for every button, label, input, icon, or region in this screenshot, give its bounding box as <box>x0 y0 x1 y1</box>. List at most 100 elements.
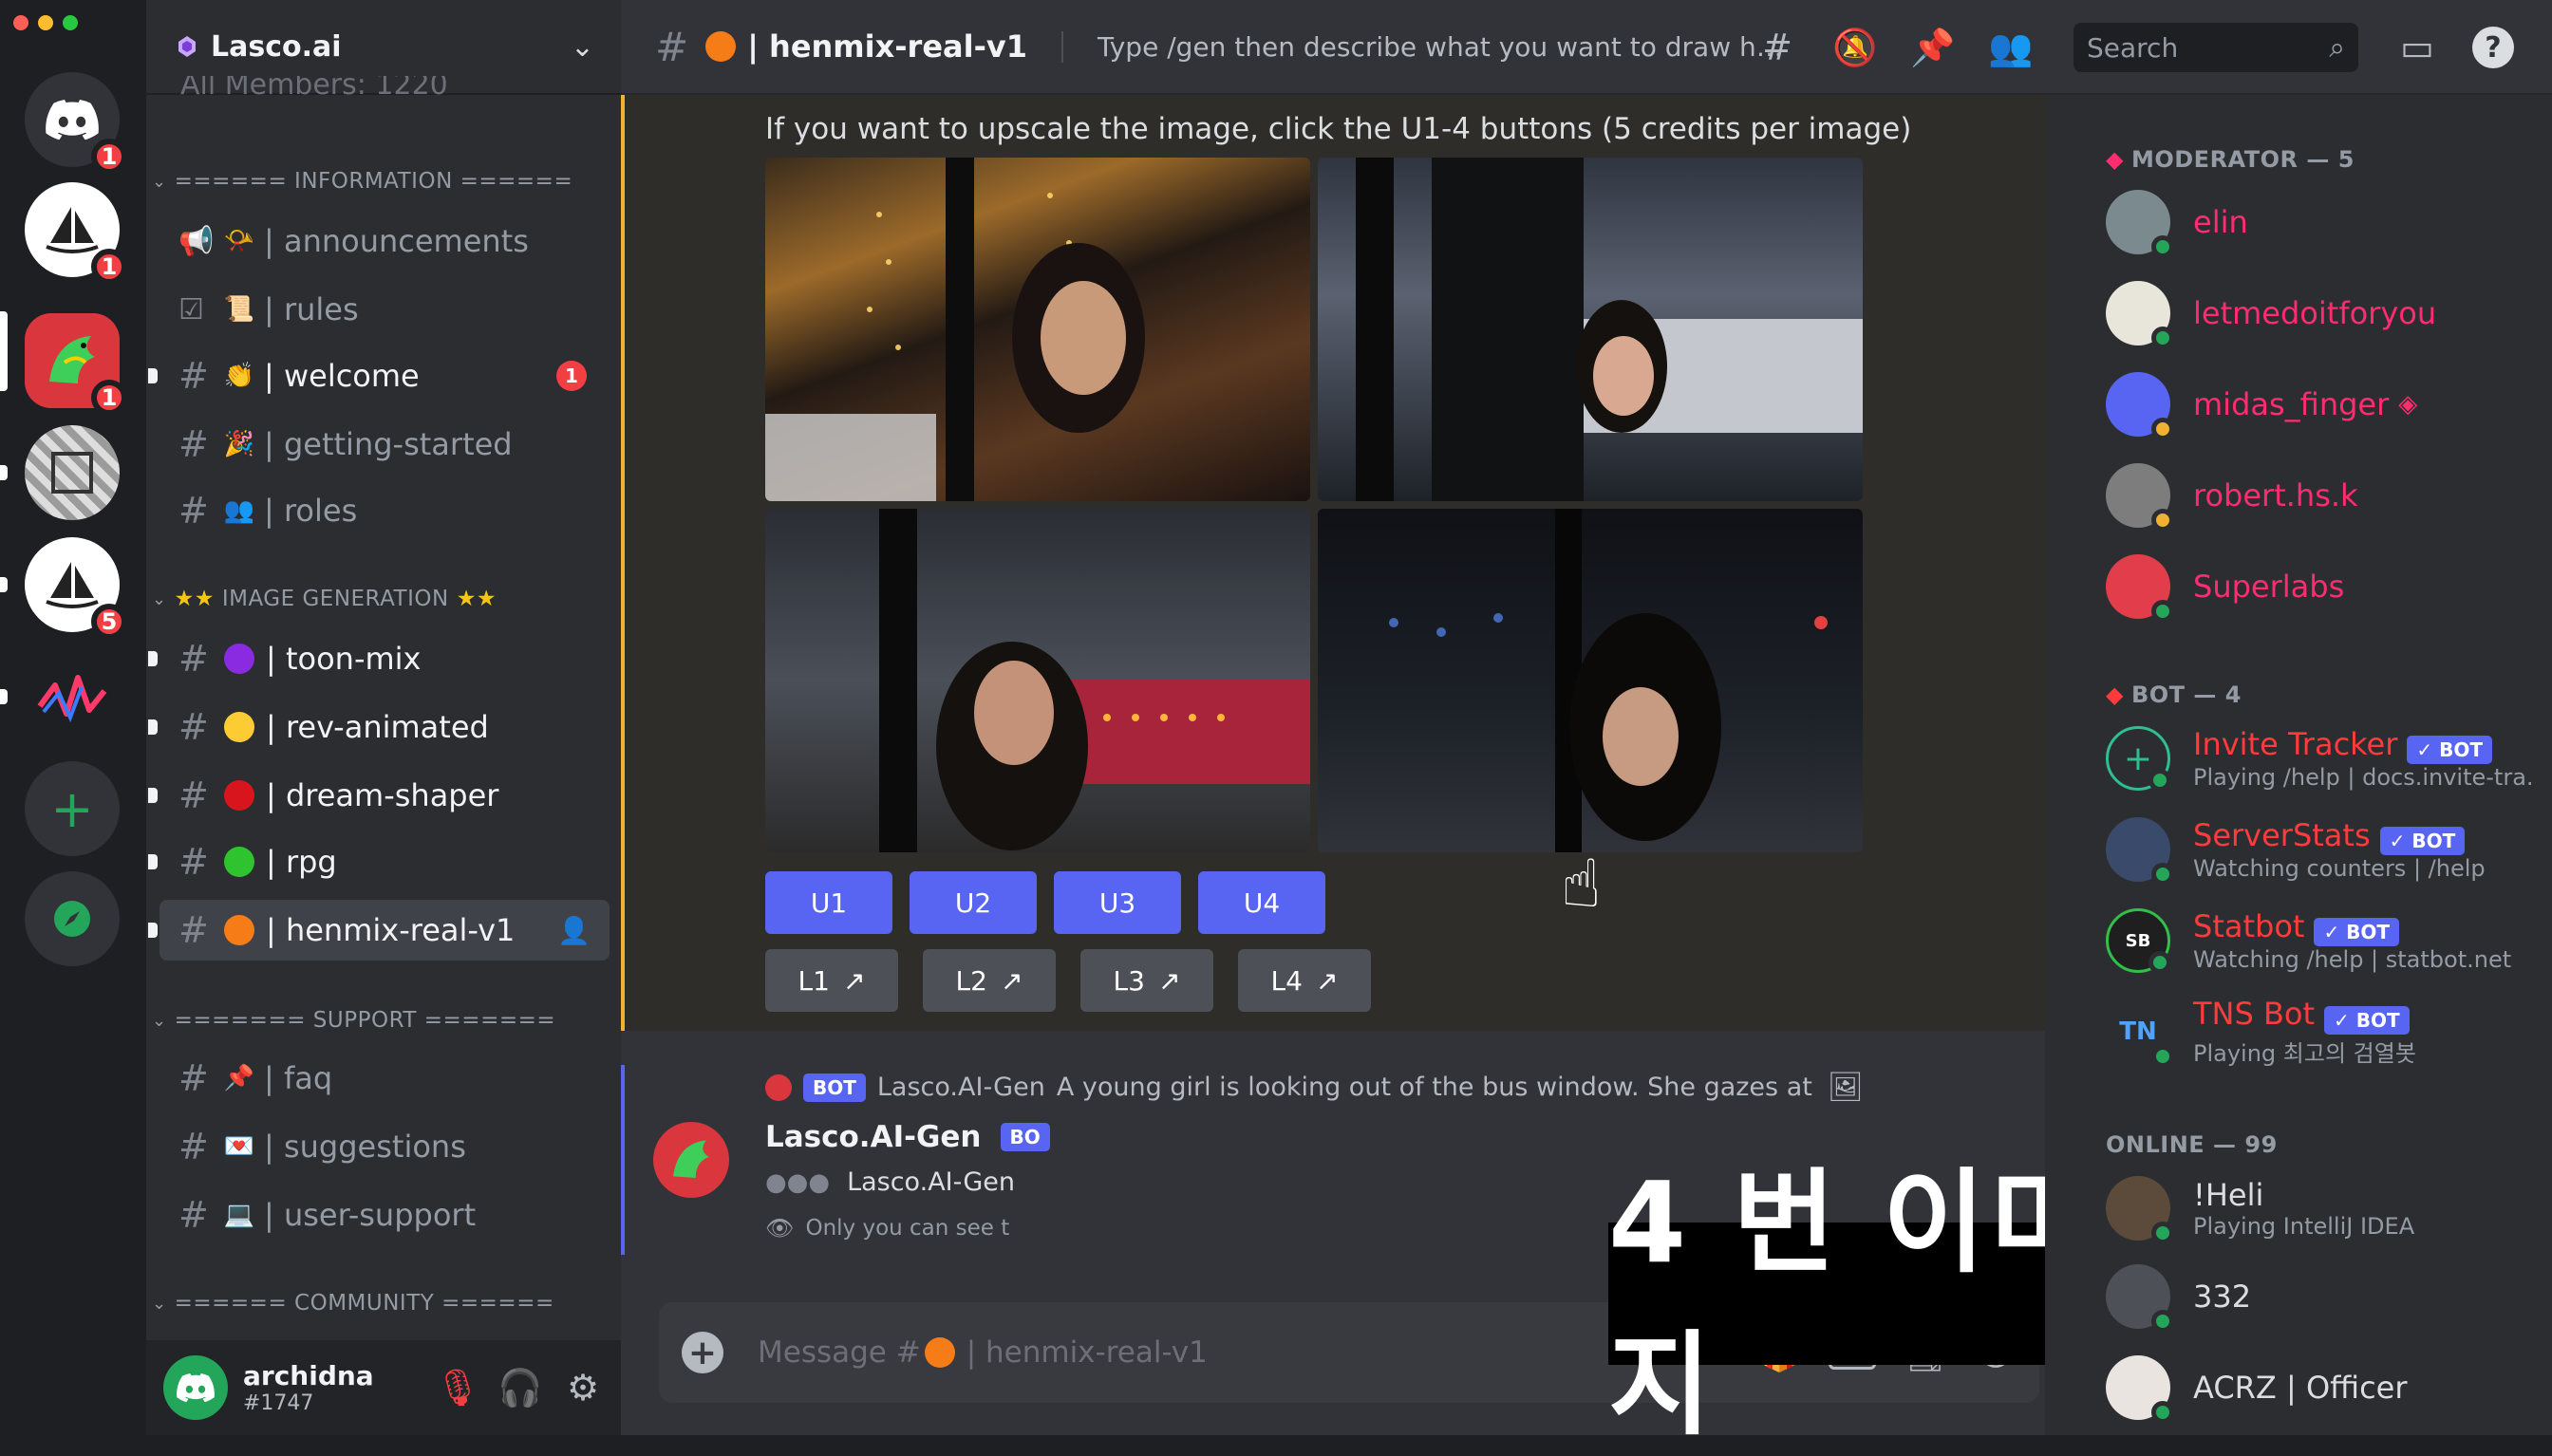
member-name: ACRZ | Officer <box>2193 1370 2408 1406</box>
link-label: L4 <box>1270 964 1303 997</box>
mute-microphone-icon[interactable]: 🎙 <box>435 1367 480 1409</box>
pin-icon[interactable]: 📌 <box>1910 27 1955 68</box>
image-content <box>765 158 1145 501</box>
headphones-icon[interactable]: 🎧 <box>497 1367 542 1409</box>
link-label: L1 <box>798 964 830 997</box>
server-lasco-ai[interactable]: 1 <box>25 313 127 416</box>
direct-messages-button[interactable]: 1 <box>25 72 127 175</box>
server-sailboat-2[interactable]: 5 <box>25 537 127 640</box>
member-serverstats[interactable]: ServerStats ✓ BOT Watching counters | /he… <box>2106 805 2543 894</box>
member-robert-hs-k[interactable]: robert.hs.k <box>2106 457 2543 533</box>
green-circle-icon <box>224 847 254 877</box>
search-input[interactable]: Search ⌕ <box>2074 23 2358 72</box>
channel-rpg[interactable]: # | rpg <box>148 831 610 892</box>
online-status-icon <box>2151 1310 2174 1333</box>
generated-image-4[interactable] <box>1318 509 1863 852</box>
link-button-3[interactable]: L3 ↗ <box>1080 949 1213 1012</box>
channel-header: # | henmix-real-v1 Type /gen then descri… <box>621 0 2552 95</box>
channel-welcome[interactable]: # 👏 | welcome 1 <box>148 345 610 406</box>
love-letter-emoji-icon: 💌 <box>223 1132 255 1161</box>
channel-sidebar: Lasco.ai ⌄ All Members: 1220 ⌄ ====== IN… <box>146 0 621 1435</box>
member-superlabs[interactable]: Superlabs <box>2106 549 2543 625</box>
generated-image-1[interactable] <box>765 158 1310 501</box>
upscale-button-1[interactable]: U1 <box>765 871 892 934</box>
reply-reference[interactable]: BOT Lasco.AI-Gen A young girl is looking… <box>765 1071 1961 1104</box>
server-sailboat[interactable]: 1 <box>25 182 127 285</box>
online-status-icon <box>2149 769 2171 792</box>
channel-getting-started[interactable]: # 🎉 | getting-started <box>160 414 610 475</box>
user-info[interactable]: archidna #1747 <box>243 1360 437 1415</box>
channel-toon-mix[interactable]: # | toon-mix <box>148 628 610 689</box>
message-author[interactable]: Lasco.AI-Gen <box>765 1120 982 1154</box>
channel-henmix-real-v1[interactable]: # | henmix-real-v1 👤 <box>148 900 610 961</box>
member-acrz-officer[interactable]: ACRZ | Officer <box>2106 1350 2543 1426</box>
notification-bell-muted-icon[interactable]: 🔕 <box>1832 27 1877 68</box>
explore-servers-button[interactable] <box>25 871 120 966</box>
member-letmedoitforyou[interactable]: letmedoitforyou <box>2106 275 2543 351</box>
channel-suggestions[interactable]: # 💌 | suggestions <box>160 1116 610 1177</box>
party-emoji-icon: 🎉 <box>223 430 255 458</box>
window-close-control[interactable] <box>13 15 28 30</box>
channel-partial[interactable]: All Members: 1220 <box>180 76 448 108</box>
chevron-down-icon: ⌄ <box>152 1010 167 1031</box>
online-status-icon <box>2151 863 2174 886</box>
bot-avatar[interactable] <box>653 1122 729 1198</box>
member-list-icon[interactable]: 👥 <box>1988 27 2033 68</box>
upscale-button-3[interactable]: U3 <box>1054 871 1181 934</box>
member-invite-tracker[interactable]: + Invite Tracker ✓ BOT Playing /help | do… <box>2106 714 2543 803</box>
generated-image-2[interactable] <box>1318 158 1863 501</box>
channel-topic[interactable]: Type /gen then describe what you want to… <box>1060 30 1792 63</box>
channel-label: | welcome <box>264 358 420 394</box>
member-elin[interactable]: elin <box>2106 184 2543 260</box>
channel-faq[interactable]: # 📌 | faq <box>160 1048 610 1109</box>
member-activity: Watching /help | statbot.net <box>2193 946 2512 974</box>
chevron-down-icon[interactable]: ⌄ <box>571 30 594 64</box>
link-button-1[interactable]: L1 ↗ <box>765 949 898 1012</box>
hash-icon: # <box>178 909 209 951</box>
add-member-icon[interactable]: 👤 <box>557 915 591 946</box>
link-button-2[interactable]: L2 ↗ <box>923 949 1056 1012</box>
moderator-role-icon: ◆ <box>2106 146 2124 173</box>
notification-badge: 5 <box>91 604 127 640</box>
help-icon[interactable]: ? <box>2472 27 2514 68</box>
channel-roles[interactable]: # 👥 | roles <box>160 480 610 541</box>
group-label: MODERATOR — 5 <box>2130 146 2355 173</box>
link-button-4[interactable]: L4 ↗ <box>1238 949 1371 1012</box>
hash-icon: # <box>178 1194 209 1236</box>
member-heli[interactable]: !Heli Playing IntelliJ IDEA <box>2106 1164 2543 1253</box>
category-support[interactable]: ⌄ ======= SUPPORT ======= <box>152 1008 555 1033</box>
boost-gem-icon: ◈ <box>2398 390 2418 419</box>
member-activity: Playing IntelliJ IDEA <box>2193 1213 2415 1240</box>
search-icon: ⌕ <box>2329 30 2345 65</box>
channel-rev-animated[interactable]: # | rev-animated <box>148 697 610 757</box>
category-community[interactable]: ⌄ ====== COMMUNITY ====== <box>152 1291 554 1316</box>
upscale-button-4[interactable]: U4 <box>1198 871 1325 934</box>
search-placeholder: Search <box>2087 31 2179 64</box>
member-tns-bot[interactable]: TN TNS Bot ✓ BOT Playing 최고의 검열봇 <box>2106 987 2543 1076</box>
chevron-down-icon: ⌄ <box>152 171 167 192</box>
server-pattern[interactable] <box>25 425 120 520</box>
chat-area: If you want to upscale the image, click … <box>621 95 2187 1450</box>
add-server-button[interactable]: + <box>25 761 120 856</box>
gear-icon[interactable]: ⚙ <box>562 1367 604 1409</box>
threads-icon[interactable]: # <box>1756 27 1798 68</box>
upscale-button-2[interactable]: U2 <box>910 871 1037 934</box>
ephemeral-notice: 👁 Only you can see t <box>765 1215 1009 1241</box>
category-information[interactable]: ⌄ ====== INFORMATION ====== <box>152 169 572 194</box>
window-minimize-control[interactable] <box>38 15 53 30</box>
member-statbot[interactable]: SB Statbot ✓ BOT Watching /help | statbot… <box>2106 896 2543 985</box>
channel-rules[interactable]: ☑ 📜 | rules <box>160 279 610 340</box>
channel-user-support[interactable]: # 💻 | user-support <box>160 1185 610 1245</box>
attach-plus-icon[interactable]: + <box>682 1332 723 1373</box>
server-wave[interactable] <box>25 649 120 744</box>
notification-badge: 1 <box>91 249 127 285</box>
inbox-icon[interactable]: ▭ <box>2396 27 2438 68</box>
channel-dream-shaper[interactable]: # | dream-shaper <box>148 765 610 826</box>
window-zoom-control[interactable] <box>63 15 78 30</box>
member-midas-finger[interactable]: midas_finger ◈ <box>2106 366 2543 442</box>
user-avatar[interactable] <box>163 1355 228 1420</box>
channel-announcements[interactable]: 📢 📯 | announcements <box>160 211 610 271</box>
member-332[interactable]: 332 <box>2106 1259 2543 1335</box>
category-image-generation[interactable]: ⌄ ★★ IMAGE GENERATION ★★ <box>152 587 497 611</box>
generated-image-3[interactable] <box>765 509 1310 852</box>
